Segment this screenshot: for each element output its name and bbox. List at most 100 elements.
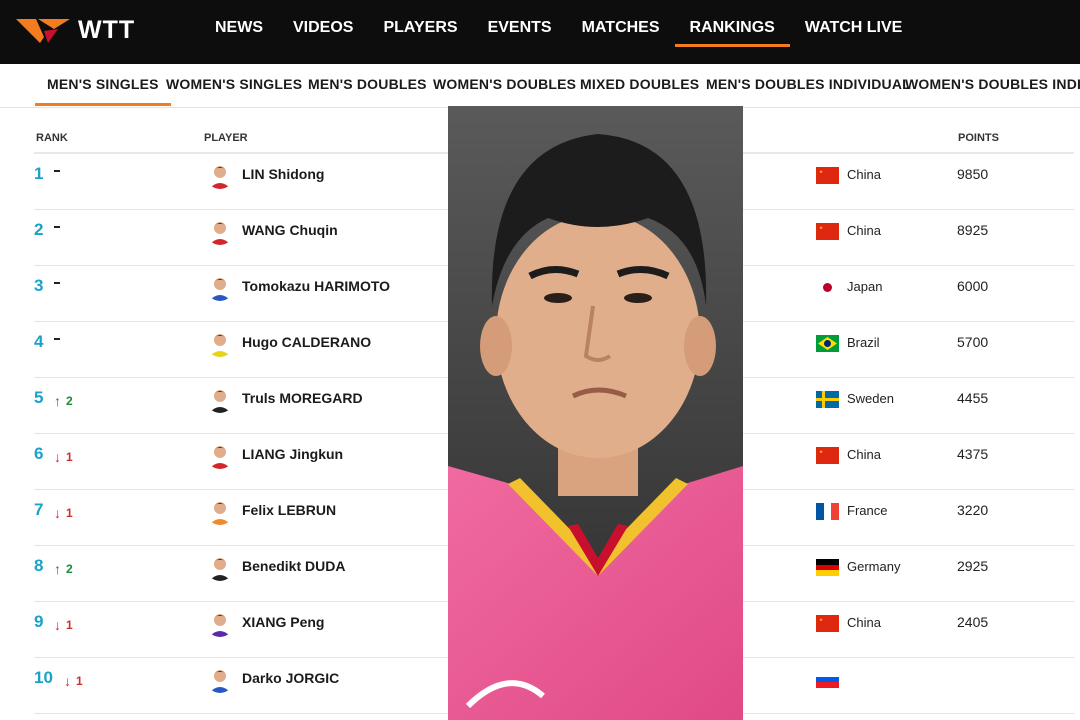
points-value: 6000 [957,278,989,294]
points-value: 3220 [957,502,989,518]
player-avatar[interactable] [206,329,234,357]
country-name: Sweden [847,391,894,406]
nav-item-events[interactable]: EVENTS [473,0,567,64]
country-flag-icon [816,167,839,184]
rank-number: 10 [34,668,53,687]
change-value: 1 [76,674,83,688]
tab-mixed-doubles[interactable]: MIXED DOUBLES [580,76,699,92]
no-change-icon [54,282,60,284]
player-avatar[interactable] [206,441,234,469]
rank-change [54,169,60,172]
rank-number: 1 [34,164,44,183]
player-avatar[interactable] [206,497,234,525]
rank-change: ↓ 1 [54,505,73,521]
tab-men-s-singles[interactable]: MEN'S SINGLES [35,76,171,106]
tab-women-s-doubles[interactable]: WOMEN'S DOUBLES [433,76,576,92]
country-name: France [847,503,888,518]
no-change-icon [54,170,60,172]
rank-number: 5 [34,388,44,407]
change-value: 1 [66,618,73,632]
points-value: 5700 [957,334,989,350]
change-value: 1 [66,506,73,520]
tab-men-s-doubles[interactable]: MEN'S DOUBLES [308,76,427,92]
rank-header: RANK [36,132,68,144]
points-value: 9850 [957,166,989,182]
tab-men-s-doubles-individual[interactable]: MEN'S DOUBLES INDIVIDUAL [706,76,911,92]
points-value: 8925 [957,222,989,238]
country-flag-icon [816,559,839,576]
player-name[interactable]: XIANG Peng [242,614,324,630]
rank-number: 9 [34,612,44,631]
player-avatar[interactable] [206,553,234,581]
rank-number: 4 [34,332,44,351]
player-name[interactable]: LIANG Jingkun [242,446,343,462]
nav-item-players[interactable]: PLAYERS [368,0,472,64]
rank-change [54,225,60,228]
country-flag-icon [816,391,839,408]
player-avatar[interactable] [206,217,234,245]
arrow-down-icon: ↓ [54,617,61,633]
rank-change [54,281,60,284]
country-flag-icon [816,447,839,464]
change-value: 1 [66,450,73,464]
player-name[interactable]: LIN Shidong [242,166,324,182]
player-portrait-image [448,106,743,720]
country-flag-icon [816,279,839,296]
rank-number: 2 [34,220,44,239]
nav-item-watch-live[interactable]: WATCH LIVE [790,0,917,64]
ranking-category-tabs: MEN'S SINGLES WOMEN'S SINGLES MEN'S DOUBLE… [0,64,1080,108]
player-header: PLAYER [204,132,248,144]
no-change-icon [54,338,60,340]
country-flag-icon [816,615,839,632]
rank-change: ↑ 2 [54,393,73,409]
tab-women-s-singles[interactable]: WOMEN'S SINGLES [166,76,302,92]
arrow-down-icon: ↓ [54,449,61,465]
nav-item-news[interactable]: NEWS [200,0,278,64]
player-avatar[interactable] [206,609,234,637]
points-header: POINTS [958,132,999,144]
player-name[interactable]: Tomokazu HARIMOTO [242,278,390,294]
arrow-up-icon: ↑ [54,393,61,409]
tab-women-s-doubles-individual[interactable]: WOMEN'S DOUBLES INDIVIDUAL [905,76,1080,92]
points-value: 2405 [957,614,989,630]
rank-change: ↑ 2 [54,561,73,577]
country-flag-icon [816,335,839,352]
points-value: 4455 [957,390,989,406]
rank-change [54,337,60,340]
wtt-logo[interactable]: WTT [14,12,135,48]
player-name[interactable]: Darko JORGIC [242,670,339,686]
country-name: China [847,167,881,182]
player-avatar[interactable] [206,273,234,301]
change-value: 2 [66,562,73,576]
change-value: 2 [66,394,73,408]
player-photo-overlay [448,106,743,720]
nav-item-rankings[interactable]: RANKINGS [674,0,791,64]
player-name[interactable]: Felix LEBRUN [242,502,336,518]
player-avatar[interactable] [206,161,234,189]
player-name[interactable]: Benedikt DUDA [242,558,345,574]
player-avatar[interactable] [206,665,234,693]
player-name[interactable]: Hugo CALDERANO [242,334,371,350]
player-avatar[interactable] [206,385,234,413]
arrow-down-icon: ↓ [54,505,61,521]
rank-number: 6 [34,444,44,463]
nav-item-videos[interactable]: VIDEOS [278,0,368,64]
arrow-down-icon: ↓ [64,673,71,689]
country-name: China [847,223,881,238]
country-name: China [847,615,881,630]
rank-change: ↓ 1 [64,673,83,689]
country-name: China [847,447,881,462]
rank-change: ↓ 1 [54,617,73,633]
points-value: 2925 [957,558,989,574]
country-flag-icon [816,671,839,688]
country-flag-icon [816,503,839,520]
points-value: 4375 [957,446,989,462]
player-name[interactable]: WANG Chuqin [242,222,338,238]
player-name[interactable]: Truls MOREGARD [242,390,363,406]
rank-number: 3 [34,276,44,295]
wtt-logo-icon [16,19,70,43]
arrow-up-icon: ↑ [54,561,61,577]
nav-item-matches[interactable]: MATCHES [567,0,675,64]
brand-name: WTT [78,15,136,44]
top-navigation-bar: WTT NEWS VIDEOS PLAYERS EVENTS MATCHES RANKIN… [0,0,1080,64]
